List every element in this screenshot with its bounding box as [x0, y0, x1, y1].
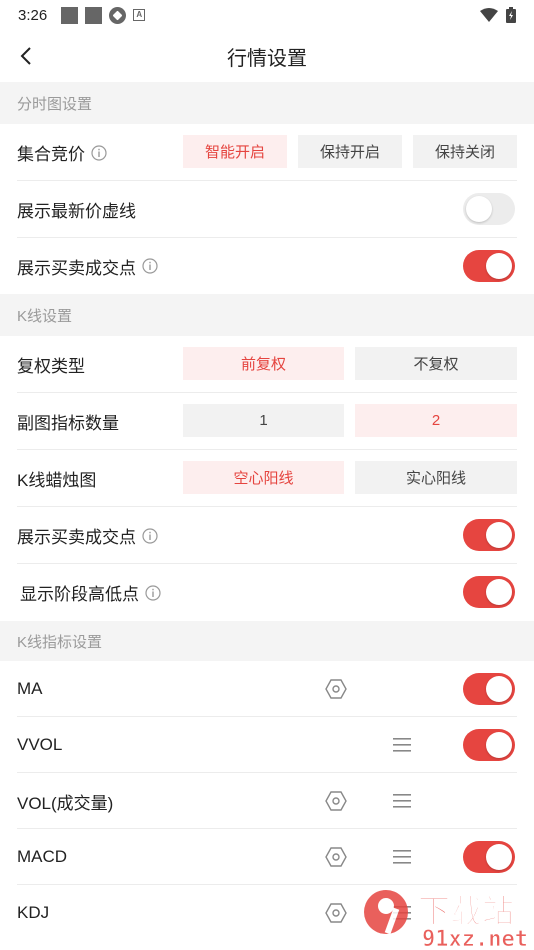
- high-low-points-toggle[interactable]: [463, 576, 515, 608]
- latest-price-line-row: 展示最新价虚线: [0, 181, 534, 238]
- hexagon-settings-icon[interactable]: [325, 790, 347, 812]
- kline-trade-points-row: 展示买卖成交点: [0, 507, 534, 564]
- info-icon[interactable]: [91, 144, 107, 161]
- candle-style-row: K线蜡烛图 空心阳线 实心阳线: [0, 450, 534, 507]
- indicator-toggle-vvol[interactable]: [463, 729, 515, 761]
- back-button[interactable]: [10, 40, 42, 72]
- toggle-knob: [486, 579, 512, 605]
- candle-option-hollow[interactable]: 空心阳线: [183, 461, 344, 494]
- adjust-option-none[interactable]: 不复权: [355, 347, 517, 380]
- auction-row: 集合竞价 智能开启 保持开启 保持关闭: [0, 124, 534, 181]
- toggle-knob: [486, 253, 512, 279]
- indicator-name: VVOL: [17, 735, 63, 754]
- auction-label: 集合竞价: [17, 140, 107, 165]
- indicator-name: KDJ: [17, 903, 50, 922]
- chevron-left-icon: [20, 47, 31, 65]
- wifi-icon: [480, 8, 498, 22]
- drag-handle-icon[interactable]: [391, 734, 413, 756]
- notification-icon: A: [133, 9, 146, 21]
- toggle-knob: [486, 522, 512, 548]
- notification-icon: [85, 6, 103, 24]
- app-header: 行情设置: [0, 30, 534, 82]
- hexagon-settings-icon[interactable]: [325, 846, 347, 868]
- kline-trade-points-label: 展示买卖成交点: [17, 523, 158, 548]
- status-bar: 3:26 A: [0, 0, 534, 30]
- toggle-knob: [486, 676, 512, 702]
- page-title: 行情设置: [227, 47, 307, 70]
- adjust-option-forward[interactable]: 前复权: [183, 347, 344, 380]
- indicator-name: MA: [17, 679, 43, 698]
- indicator-row-ma: MA: [0, 661, 534, 717]
- kline-trade-points-toggle[interactable]: [463, 519, 515, 551]
- drag-handle-icon[interactable]: [391, 790, 413, 812]
- status-time: 3:26: [18, 6, 48, 24]
- indicator-name: MACD: [17, 847, 68, 866]
- battery-icon: [506, 7, 516, 23]
- info-icon[interactable]: [142, 258, 158, 274]
- sub-chart-option-2[interactable]: 2: [355, 404, 517, 437]
- svg-text:下载站: 下载站: [418, 892, 514, 930]
- indicator-row-vol: VOL(成交量): [0, 773, 534, 829]
- timeshare-trade-points-label: 展示买卖成交点: [17, 254, 158, 279]
- adjust-type-label: 复权类型: [17, 357, 85, 376]
- watermark-logo: 下载站 91xz.net: [364, 890, 528, 950]
- indicator-name: VOL(成交量): [17, 793, 114, 813]
- svg-text:91xz.net: 91xz.net: [422, 927, 528, 950]
- toggle-knob: [486, 732, 512, 758]
- info-icon[interactable]: [142, 527, 158, 544]
- sub-chart-count-label: 副图指标数量: [17, 414, 119, 433]
- high-low-points-row: 显示阶段高低点: [0, 564, 534, 621]
- sub-chart-option-1[interactable]: 1: [183, 404, 344, 437]
- adjust-type-row: 复权类型 前复权 不复权: [0, 336, 534, 393]
- indicator-toggle-ma[interactable]: [463, 673, 515, 705]
- hexagon-settings-icon[interactable]: [325, 678, 347, 700]
- indicator-row-vvol: VVOL: [0, 717, 534, 773]
- toggle-knob: [486, 844, 512, 870]
- candle-style-label: K线蜡烛图: [17, 471, 97, 490]
- candle-option-solid[interactable]: 实心阳线: [355, 461, 517, 494]
- section-header-kline: K线设置: [0, 294, 534, 336]
- timeshare-trade-points-row: 展示买卖成交点: [0, 238, 534, 294]
- timeshare-trade-points-toggle[interactable]: [463, 250, 515, 282]
- auction-option-keep-on[interactable]: 保持开启: [298, 135, 402, 168]
- indicator-toggle-macd[interactable]: [463, 841, 515, 873]
- latest-price-line-label: 展示最新价虚线: [17, 202, 136, 221]
- auction-option-smart[interactable]: 智能开启: [183, 135, 287, 168]
- latest-price-line-toggle[interactable]: [463, 193, 515, 225]
- high-low-points-label: 显示阶段高低点: [20, 580, 161, 605]
- sub-chart-count-row: 副图指标数量 1 2: [0, 393, 534, 450]
- hexagon-settings-icon[interactable]: [325, 902, 347, 924]
- section-header-indicators: K线指标设置: [0, 621, 534, 661]
- drag-handle-icon[interactable]: [391, 846, 413, 868]
- section-header-timeshare: 分时图设置: [0, 82, 534, 124]
- indicator-row-macd: MACD: [0, 829, 534, 885]
- notification-icon: [61, 6, 79, 24]
- notification-icon: [109, 6, 127, 24]
- auction-option-keep-off[interactable]: 保持关闭: [413, 135, 517, 168]
- info-icon[interactable]: [145, 584, 161, 601]
- toggle-knob: [466, 196, 492, 222]
